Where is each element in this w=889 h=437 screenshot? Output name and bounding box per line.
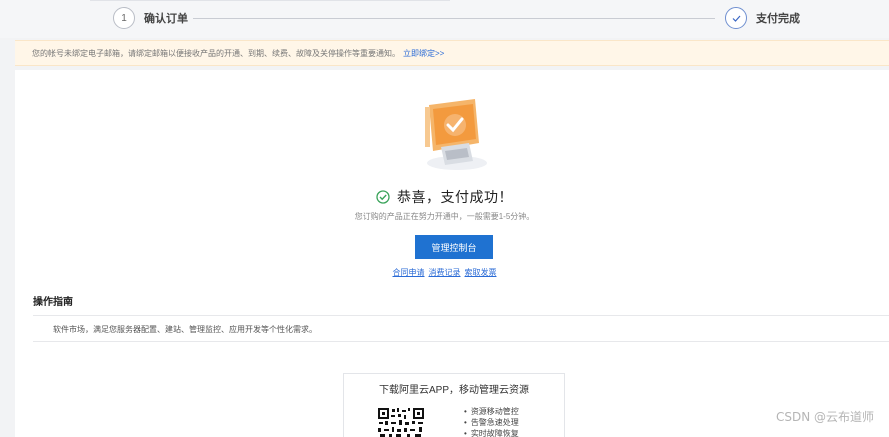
- step-confirm-order: 1 确认订单: [113, 6, 188, 30]
- check-icon: [725, 7, 747, 29]
- consumption-record-link[interactable]: 消费记录: [429, 267, 461, 278]
- success-subtitle: 您订购的产品正在努力开通中，一般需要1-5分钟。: [354, 212, 535, 221]
- success-check-icon: [376, 190, 390, 204]
- success-heading: 恭喜，支付成功！: [0, 187, 889, 207]
- step-number-circle: 1: [113, 7, 135, 29]
- step-payment-complete: 支付完成: [725, 6, 800, 30]
- app-download-box: 下载阿里云APP，移动管理云资源 资源移动管控 告警急速处理 实时故障恢复: [343, 373, 565, 437]
- guide-text[interactable]: 软件市场，满足您服务器配置、建站、管理监控、应用开发等个性化需求。: [53, 324, 317, 335]
- app-download-title: 下载阿里云APP，移动管理云资源: [378, 385, 529, 396]
- watermark: CSDN @云布道师: [775, 410, 874, 424]
- app-feature-list: 资源移动管控 告警急速处理 实时故障恢复: [464, 406, 519, 437]
- divider: [33, 315, 889, 316]
- payment-success-illustration: [425, 99, 487, 170]
- qr-code-icon: [377, 407, 425, 437]
- notice-text: 您的帐号未绑定电子邮箱，请绑定邮箱以便接收产品的开通、到期、续费、故障及关停操作…: [32, 48, 400, 58]
- step-label: 支付完成: [756, 13, 800, 25]
- divider: [33, 341, 889, 342]
- guide-title: 操作指南: [33, 297, 73, 308]
- app-feature-item: 资源移动管控: [464, 406, 519, 417]
- step-connector-line: [193, 18, 715, 19]
- top-divider: [90, 0, 450, 1]
- success-title: 恭喜，支付成功！: [397, 189, 513, 205]
- progress-steps: 1 确认订单 支付完成: [0, 0, 889, 38]
- app-feature-item: 告警急速处理: [464, 417, 519, 428]
- email-binding-notice: 您的帐号未绑定电子邮箱，请绑定邮箱以便接收产品的开通、到期、续费、故障及关停操作…: [15, 40, 889, 66]
- result-links: 合同申请 消费记录 索取发票: [0, 267, 889, 278]
- manage-console-button[interactable]: 管理控制台: [415, 235, 493, 259]
- app-feature-item: 实时故障恢复: [464, 428, 519, 437]
- bind-email-link[interactable]: 立即绑定>>: [403, 48, 444, 59]
- step-label: 确认订单: [144, 13, 188, 25]
- request-invoice-link[interactable]: 索取发票: [465, 267, 497, 278]
- contract-apply-link[interactable]: 合同申请: [393, 267, 425, 278]
